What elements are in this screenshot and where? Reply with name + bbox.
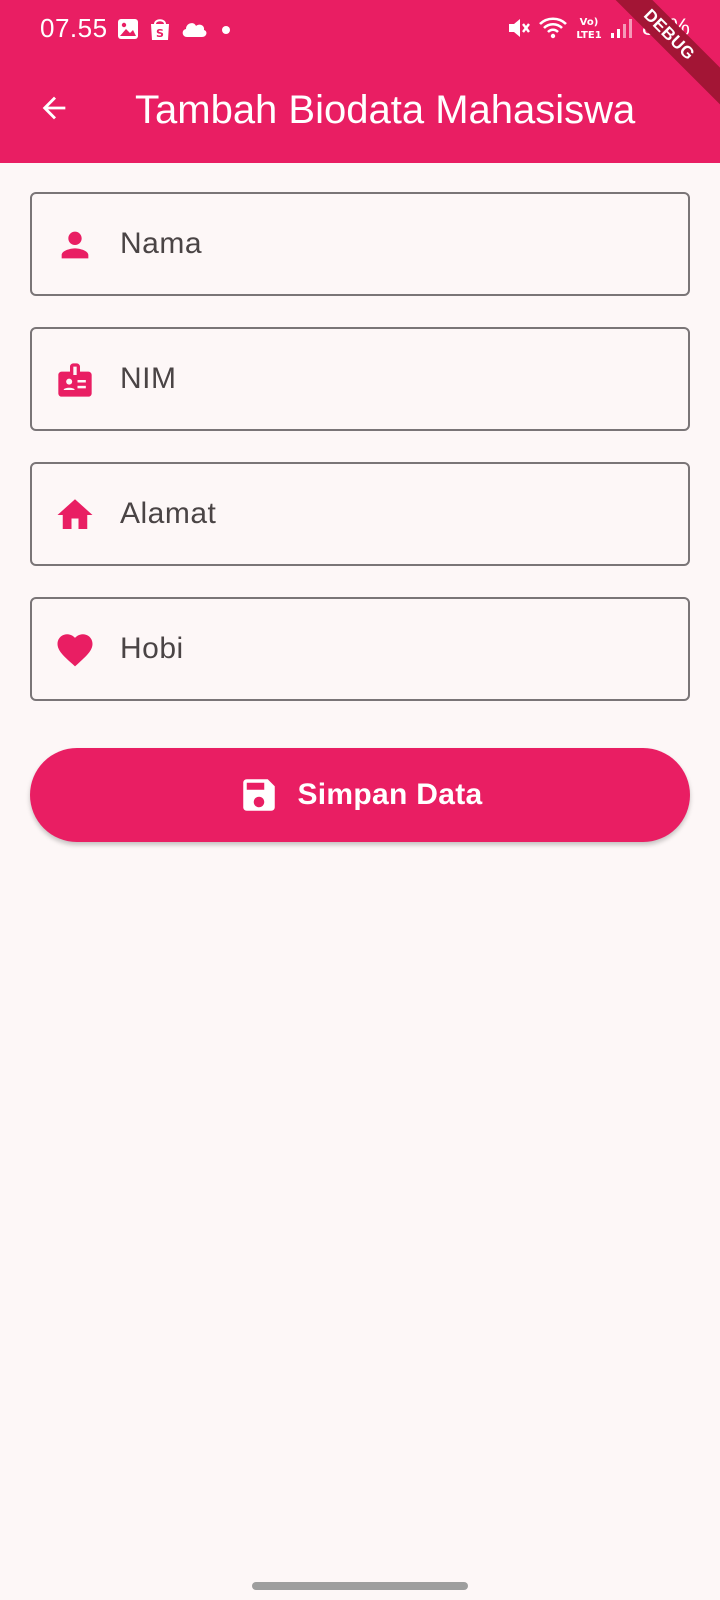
biodata-form	[30, 192, 690, 732]
name-field[interactable]	[30, 192, 690, 296]
name-input[interactable]	[120, 194, 660, 294]
gallery-icon	[116, 17, 140, 41]
home-indicator[interactable]	[252, 1582, 468, 1590]
address-field[interactable]	[30, 462, 690, 566]
signal-icon	[610, 16, 632, 40]
header: 07.55 S Vo) LTE1 85% Tambah Biodata Maha…	[0, 0, 720, 163]
hobby-input[interactable]	[120, 599, 660, 699]
status-bar: 07.55 S Vo) LTE1 85%	[0, 0, 720, 58]
badge-icon	[54, 359, 96, 401]
person-icon	[54, 224, 96, 266]
arrow-back-icon	[37, 91, 71, 130]
save-button[interactable]: Simpan Data	[30, 748, 690, 842]
svg-text:LTE1: LTE1	[576, 30, 601, 41]
save-button-label: Simpan Data	[297, 778, 483, 811]
wifi-icon	[538, 15, 568, 41]
page-title: Tambah Biodata Mahasiswa	[135, 88, 636, 132]
address-input[interactable]	[120, 464, 660, 564]
dot-icon	[216, 19, 236, 39]
shopee-icon: S	[148, 16, 172, 42]
system-icons: Vo) LTE1 85%	[506, 14, 690, 42]
screen: 07.55 S Vo) LTE1 85% Tambah Biodata Maha…	[0, 0, 720, 1600]
volte-icon: Vo) LTE1	[574, 14, 604, 42]
back-button[interactable]	[28, 84, 80, 136]
mute-icon	[506, 15, 532, 41]
home-icon	[54, 494, 96, 536]
nim-input[interactable]	[120, 329, 660, 429]
save-icon	[237, 773, 281, 817]
battery-percentage: 85%	[641, 14, 690, 41]
app-bar: Tambah Biodata Mahasiswa	[0, 58, 720, 163]
notification-icons: S	[116, 16, 236, 42]
hobby-field[interactable]	[30, 597, 690, 701]
svg-text:S: S	[156, 27, 164, 40]
nim-field[interactable]	[30, 327, 690, 431]
cloud-icon	[180, 19, 208, 39]
svg-text:Vo): Vo)	[580, 17, 599, 28]
status-time: 07.55	[40, 13, 108, 43]
heart-icon	[54, 629, 96, 671]
